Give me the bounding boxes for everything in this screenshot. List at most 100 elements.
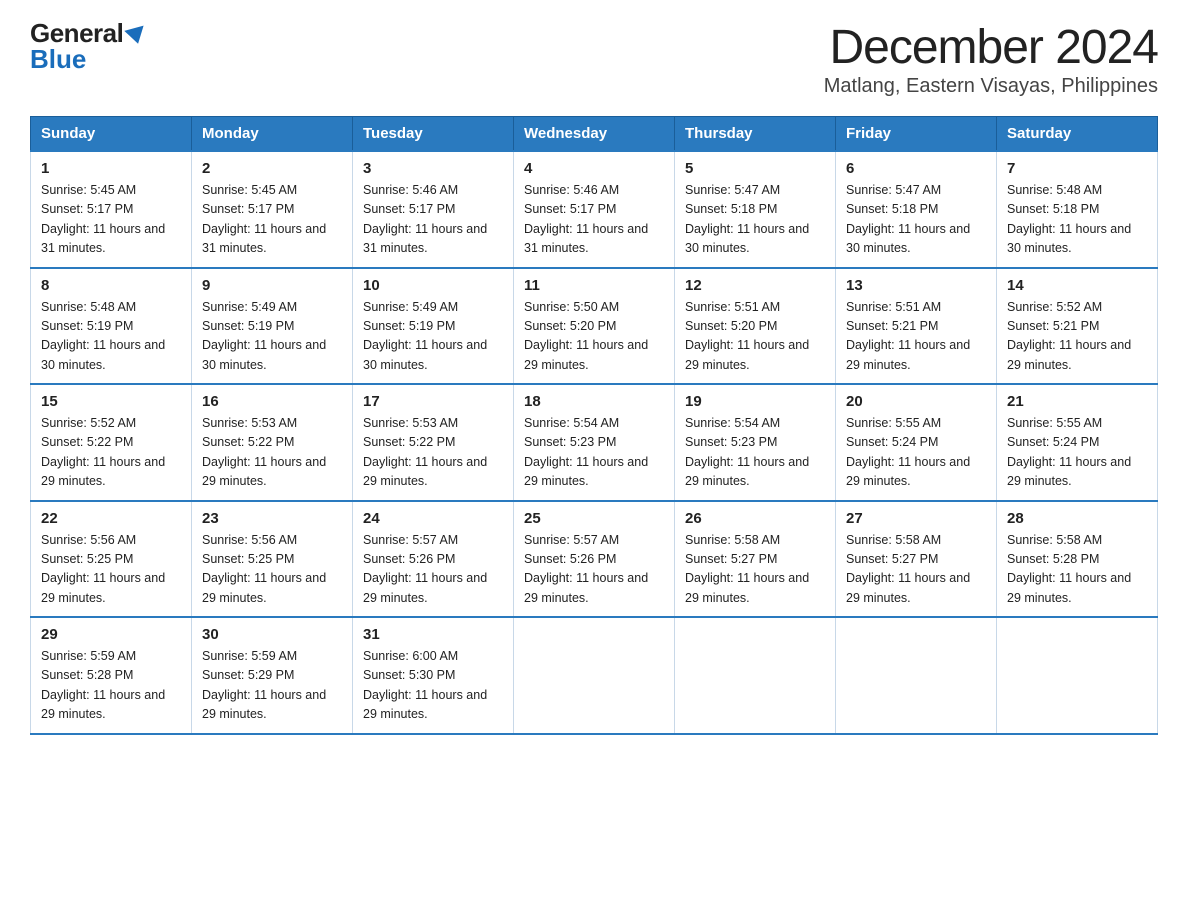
header-day-wednesday: Wednesday xyxy=(514,117,675,152)
day-info: Sunrise: 5:59 AMSunset: 5:29 PMDaylight:… xyxy=(202,647,342,725)
calendar-cell xyxy=(836,617,997,734)
day-info: Sunrise: 5:58 AMSunset: 5:27 PMDaylight:… xyxy=(846,531,986,609)
day-number: 16 xyxy=(202,393,342,410)
calendar-cell: 26 Sunrise: 5:58 AMSunset: 5:27 PMDayligh… xyxy=(675,501,836,618)
page-title: December 2024 xyxy=(824,20,1158,75)
title-block: December 2024 Matlang, Eastern Visayas, … xyxy=(824,20,1158,98)
day-number: 3 xyxy=(363,160,503,177)
calendar-cell: 14 Sunrise: 5:52 AMSunset: 5:21 PMDayligh… xyxy=(997,268,1158,385)
day-number: 22 xyxy=(41,510,181,527)
calendar-cell: 17Sunrise: 5:53 AMSunset: 5:22 PMDayligh… xyxy=(353,384,514,501)
header-day-friday: Friday xyxy=(836,117,997,152)
calendar-cell: 29 Sunrise: 5:59 AMSunset: 5:28 PMDayligh… xyxy=(31,617,192,734)
calendar-cell: 8 Sunrise: 5:48 AMSunset: 5:19 PMDaylight… xyxy=(31,268,192,385)
week-row-2: 8 Sunrise: 5:48 AMSunset: 5:19 PMDaylight… xyxy=(31,268,1158,385)
calendar-cell: 19Sunrise: 5:54 AMSunset: 5:23 PMDayligh… xyxy=(675,384,836,501)
calendar-cell: 15Sunrise: 5:52 AMSunset: 5:22 PMDayligh… xyxy=(31,384,192,501)
day-info: Sunrise: 5:51 AMSunset: 5:21 PMDaylight:… xyxy=(846,298,986,376)
calendar-cell: 16 Sunrise: 5:53 AMSunset: 5:22 PMDayligh… xyxy=(192,384,353,501)
calendar-cell: 25 Sunrise: 5:57 AMSunset: 5:26 PMDayligh… xyxy=(514,501,675,618)
calendar-cell: 11 Sunrise: 5:50 AMSunset: 5:20 PMDayligh… xyxy=(514,268,675,385)
day-info: Sunrise: 5:57 AMSunset: 5:26 PMDaylight:… xyxy=(524,531,664,609)
day-number: 1 xyxy=(41,160,181,177)
header-day-monday: Monday xyxy=(192,117,353,152)
day-number: 26 xyxy=(685,510,825,527)
calendar-cell: 20Sunrise: 5:55 AMSunset: 5:24 PMDayligh… xyxy=(836,384,997,501)
day-info: Sunrise: 5:59 AMSunset: 5:28 PMDaylight:… xyxy=(41,647,181,725)
day-info: Sunrise: 5:45 AMSunset: 5:17 PMDaylight:… xyxy=(41,181,181,259)
day-info: Sunrise: 5:48 AMSunset: 5:19 PMDaylight:… xyxy=(41,298,181,376)
header-row: SundayMondayTuesdayWednesdayThursdayFrid… xyxy=(31,117,1158,152)
day-info: Sunrise: 5:49 AMSunset: 5:19 PMDaylight:… xyxy=(202,298,342,376)
day-number: 13 xyxy=(846,277,986,294)
day-info: Sunrise: 5:57 AMSunset: 5:26 PMDaylight:… xyxy=(363,531,503,609)
day-number: 18 xyxy=(524,393,664,410)
week-row-4: 22 Sunrise: 5:56 AMSunset: 5:25 PMDayligh… xyxy=(31,501,1158,618)
day-info: Sunrise: 5:58 AMSunset: 5:27 PMDaylight:… xyxy=(685,531,825,609)
calendar-cell: 13 Sunrise: 5:51 AMSunset: 5:21 PMDayligh… xyxy=(836,268,997,385)
day-info: Sunrise: 5:53 AMSunset: 5:22 PMDaylight:… xyxy=(202,414,342,492)
calendar-cell: 30Sunrise: 5:59 AMSunset: 5:29 PMDayligh… xyxy=(192,617,353,734)
day-number: 4 xyxy=(524,160,664,177)
day-info: Sunrise: 5:47 AMSunset: 5:18 PMDaylight:… xyxy=(846,181,986,259)
logo-blue-text: Blue xyxy=(30,46,86,72)
day-number: 7 xyxy=(1007,160,1147,177)
calendar-cell: 28Sunrise: 5:58 AMSunset: 5:28 PMDayligh… xyxy=(997,501,1158,618)
logo-general-text: General xyxy=(30,20,146,46)
day-number: 15 xyxy=(41,393,181,410)
calendar-cell xyxy=(675,617,836,734)
day-info: Sunrise: 5:46 AMSunset: 5:17 PMDaylight:… xyxy=(363,181,503,259)
calendar-cell: 18 Sunrise: 5:54 AMSunset: 5:23 PMDayligh… xyxy=(514,384,675,501)
calendar-cell: 7Sunrise: 5:48 AMSunset: 5:18 PMDaylight… xyxy=(997,151,1158,268)
day-info: Sunrise: 5:58 AMSunset: 5:28 PMDaylight:… xyxy=(1007,531,1147,609)
page-header: General Blue December 2024 Matlang, East… xyxy=(30,20,1158,98)
week-row-5: 29 Sunrise: 5:59 AMSunset: 5:28 PMDayligh… xyxy=(31,617,1158,734)
day-number: 23 xyxy=(202,510,342,527)
day-info: Sunrise: 5:49 AMSunset: 5:19 PMDaylight:… xyxy=(363,298,503,376)
day-info: Sunrise: 6:00 AMSunset: 5:30 PMDaylight:… xyxy=(363,647,503,725)
day-info: Sunrise: 5:54 AMSunset: 5:23 PMDaylight:… xyxy=(685,414,825,492)
day-number: 31 xyxy=(363,626,503,643)
day-number: 12 xyxy=(685,277,825,294)
page-subtitle: Matlang, Eastern Visayas, Philippines xyxy=(824,75,1158,98)
day-info: Sunrise: 5:46 AMSunset: 5:17 PMDaylight:… xyxy=(524,181,664,259)
day-number: 11 xyxy=(524,277,664,294)
header-day-sunday: Sunday xyxy=(31,117,192,152)
day-info: Sunrise: 5:52 AMSunset: 5:21 PMDaylight:… xyxy=(1007,298,1147,376)
day-info: Sunrise: 5:51 AMSunset: 5:20 PMDaylight:… xyxy=(685,298,825,376)
calendar-cell: 27Sunrise: 5:58 AMSunset: 5:27 PMDayligh… xyxy=(836,501,997,618)
day-number: 10 xyxy=(363,277,503,294)
day-number: 25 xyxy=(524,510,664,527)
day-number: 2 xyxy=(202,160,342,177)
day-info: Sunrise: 5:56 AMSunset: 5:25 PMDaylight:… xyxy=(41,531,181,609)
calendar-cell: 21Sunrise: 5:55 AMSunset: 5:24 PMDayligh… xyxy=(997,384,1158,501)
day-info: Sunrise: 5:45 AMSunset: 5:17 PMDaylight:… xyxy=(202,181,342,259)
calendar-cell: 24 Sunrise: 5:57 AMSunset: 5:26 PMDayligh… xyxy=(353,501,514,618)
calendar-cell: 2 Sunrise: 5:45 AMSunset: 5:17 PMDaylight… xyxy=(192,151,353,268)
day-number: 14 xyxy=(1007,277,1147,294)
calendar-cell: 23 Sunrise: 5:56 AMSunset: 5:25 PMDayligh… xyxy=(192,501,353,618)
calendar-cell xyxy=(997,617,1158,734)
calendar-body: 1 Sunrise: 5:45 AMSunset: 5:17 PMDaylight… xyxy=(31,151,1158,734)
day-info: Sunrise: 5:50 AMSunset: 5:20 PMDaylight:… xyxy=(524,298,664,376)
day-number: 5 xyxy=(685,160,825,177)
day-number: 6 xyxy=(846,160,986,177)
calendar-cell: 10 Sunrise: 5:49 AMSunset: 5:19 PMDayligh… xyxy=(353,268,514,385)
day-info: Sunrise: 5:56 AMSunset: 5:25 PMDaylight:… xyxy=(202,531,342,609)
day-number: 24 xyxy=(363,510,503,527)
calendar-cell: 9Sunrise: 5:49 AMSunset: 5:19 PMDaylight… xyxy=(192,268,353,385)
calendar-table: SundayMondayTuesdayWednesdayThursdayFrid… xyxy=(30,116,1158,735)
day-number: 17 xyxy=(363,393,503,410)
calendar-cell: 5Sunrise: 5:47 AMSunset: 5:18 PMDaylight… xyxy=(675,151,836,268)
header-day-saturday: Saturday xyxy=(997,117,1158,152)
day-info: Sunrise: 5:54 AMSunset: 5:23 PMDaylight:… xyxy=(524,414,664,492)
day-number: 8 xyxy=(41,277,181,294)
logo: General Blue xyxy=(30,20,146,72)
day-number: 20 xyxy=(846,393,986,410)
calendar-cell: 31 Sunrise: 6:00 AMSunset: 5:30 PMDayligh… xyxy=(353,617,514,734)
calendar-header: SundayMondayTuesdayWednesdayThursdayFrid… xyxy=(31,117,1158,152)
logo-triangle-icon xyxy=(125,26,148,47)
day-number: 29 xyxy=(41,626,181,643)
header-day-tuesday: Tuesday xyxy=(353,117,514,152)
day-number: 21 xyxy=(1007,393,1147,410)
